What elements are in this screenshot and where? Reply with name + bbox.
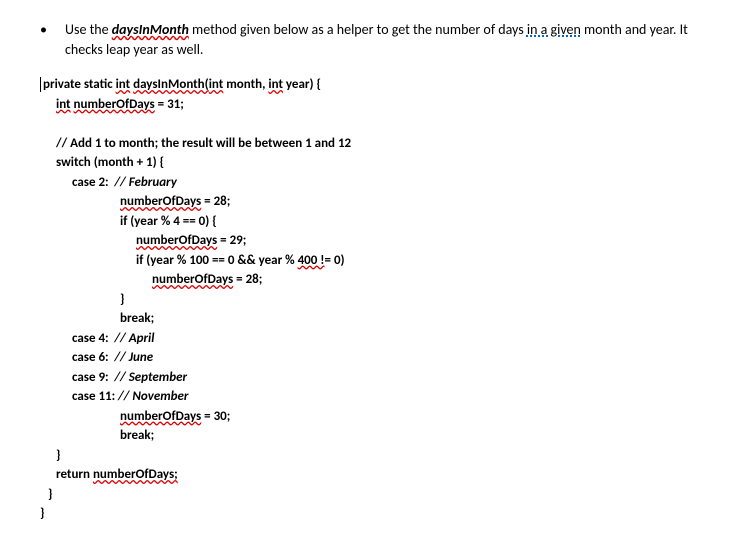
code-line-22: } — [40, 504, 726, 524]
code-line-10: numberOfDays = 28; — [152, 270, 726, 290]
code-line-12: break; — [120, 309, 726, 329]
code-line-4: switch (month + 1) { — [56, 153, 726, 173]
code-line-11: } — [120, 290, 726, 310]
code-line-21: } — [48, 485, 726, 505]
code-line-17: numberOfDays = 30; — [120, 407, 726, 427]
grammar-hint: in a given — [527, 21, 581, 38]
code-line-16: case 11: // November — [72, 387, 726, 407]
blank-line — [40, 114, 726, 134]
code-line-20: return numberOfDays; — [56, 465, 726, 485]
code-line-8: numberOfDays = 29; — [136, 231, 726, 251]
code-block: private static int daysInMonth(int month… — [40, 75, 726, 524]
code-line-18: break; — [120, 426, 726, 446]
code-line-14: case 6: // June — [72, 348, 726, 368]
code-line-13: case 4: // April — [72, 329, 726, 349]
code-line-9: if (year % 100 == 0 && year % 400 != 0) — [136, 251, 726, 271]
code-line-3: // Add 1 to month; the result will be be… — [56, 134, 726, 154]
code-line-6: numberOfDays = 28; — [120, 192, 726, 212]
code-line-5: case 2: // February — [72, 173, 726, 193]
code-line-7: if (year % 4 == 0) { — [120, 212, 726, 232]
code-line-1: private static int daysInMonth(int month… — [40, 75, 726, 95]
code-line-19: } — [56, 446, 726, 466]
code-line-2: int numberOfDays = 31; — [56, 95, 726, 115]
bullet-text: Use the daysInMonth method given below a… — [65, 20, 726, 59]
text-before: Use the — [65, 21, 112, 38]
method-name: daysInMonth — [112, 21, 189, 38]
text-after-method: method given below as a helper to get th… — [189, 21, 527, 38]
bullet-item: • Use the daysInMonth method given below… — [30, 20, 726, 59]
code-line-15: case 9: // September — [72, 368, 726, 388]
bullet-marker: • — [40, 20, 47, 59]
